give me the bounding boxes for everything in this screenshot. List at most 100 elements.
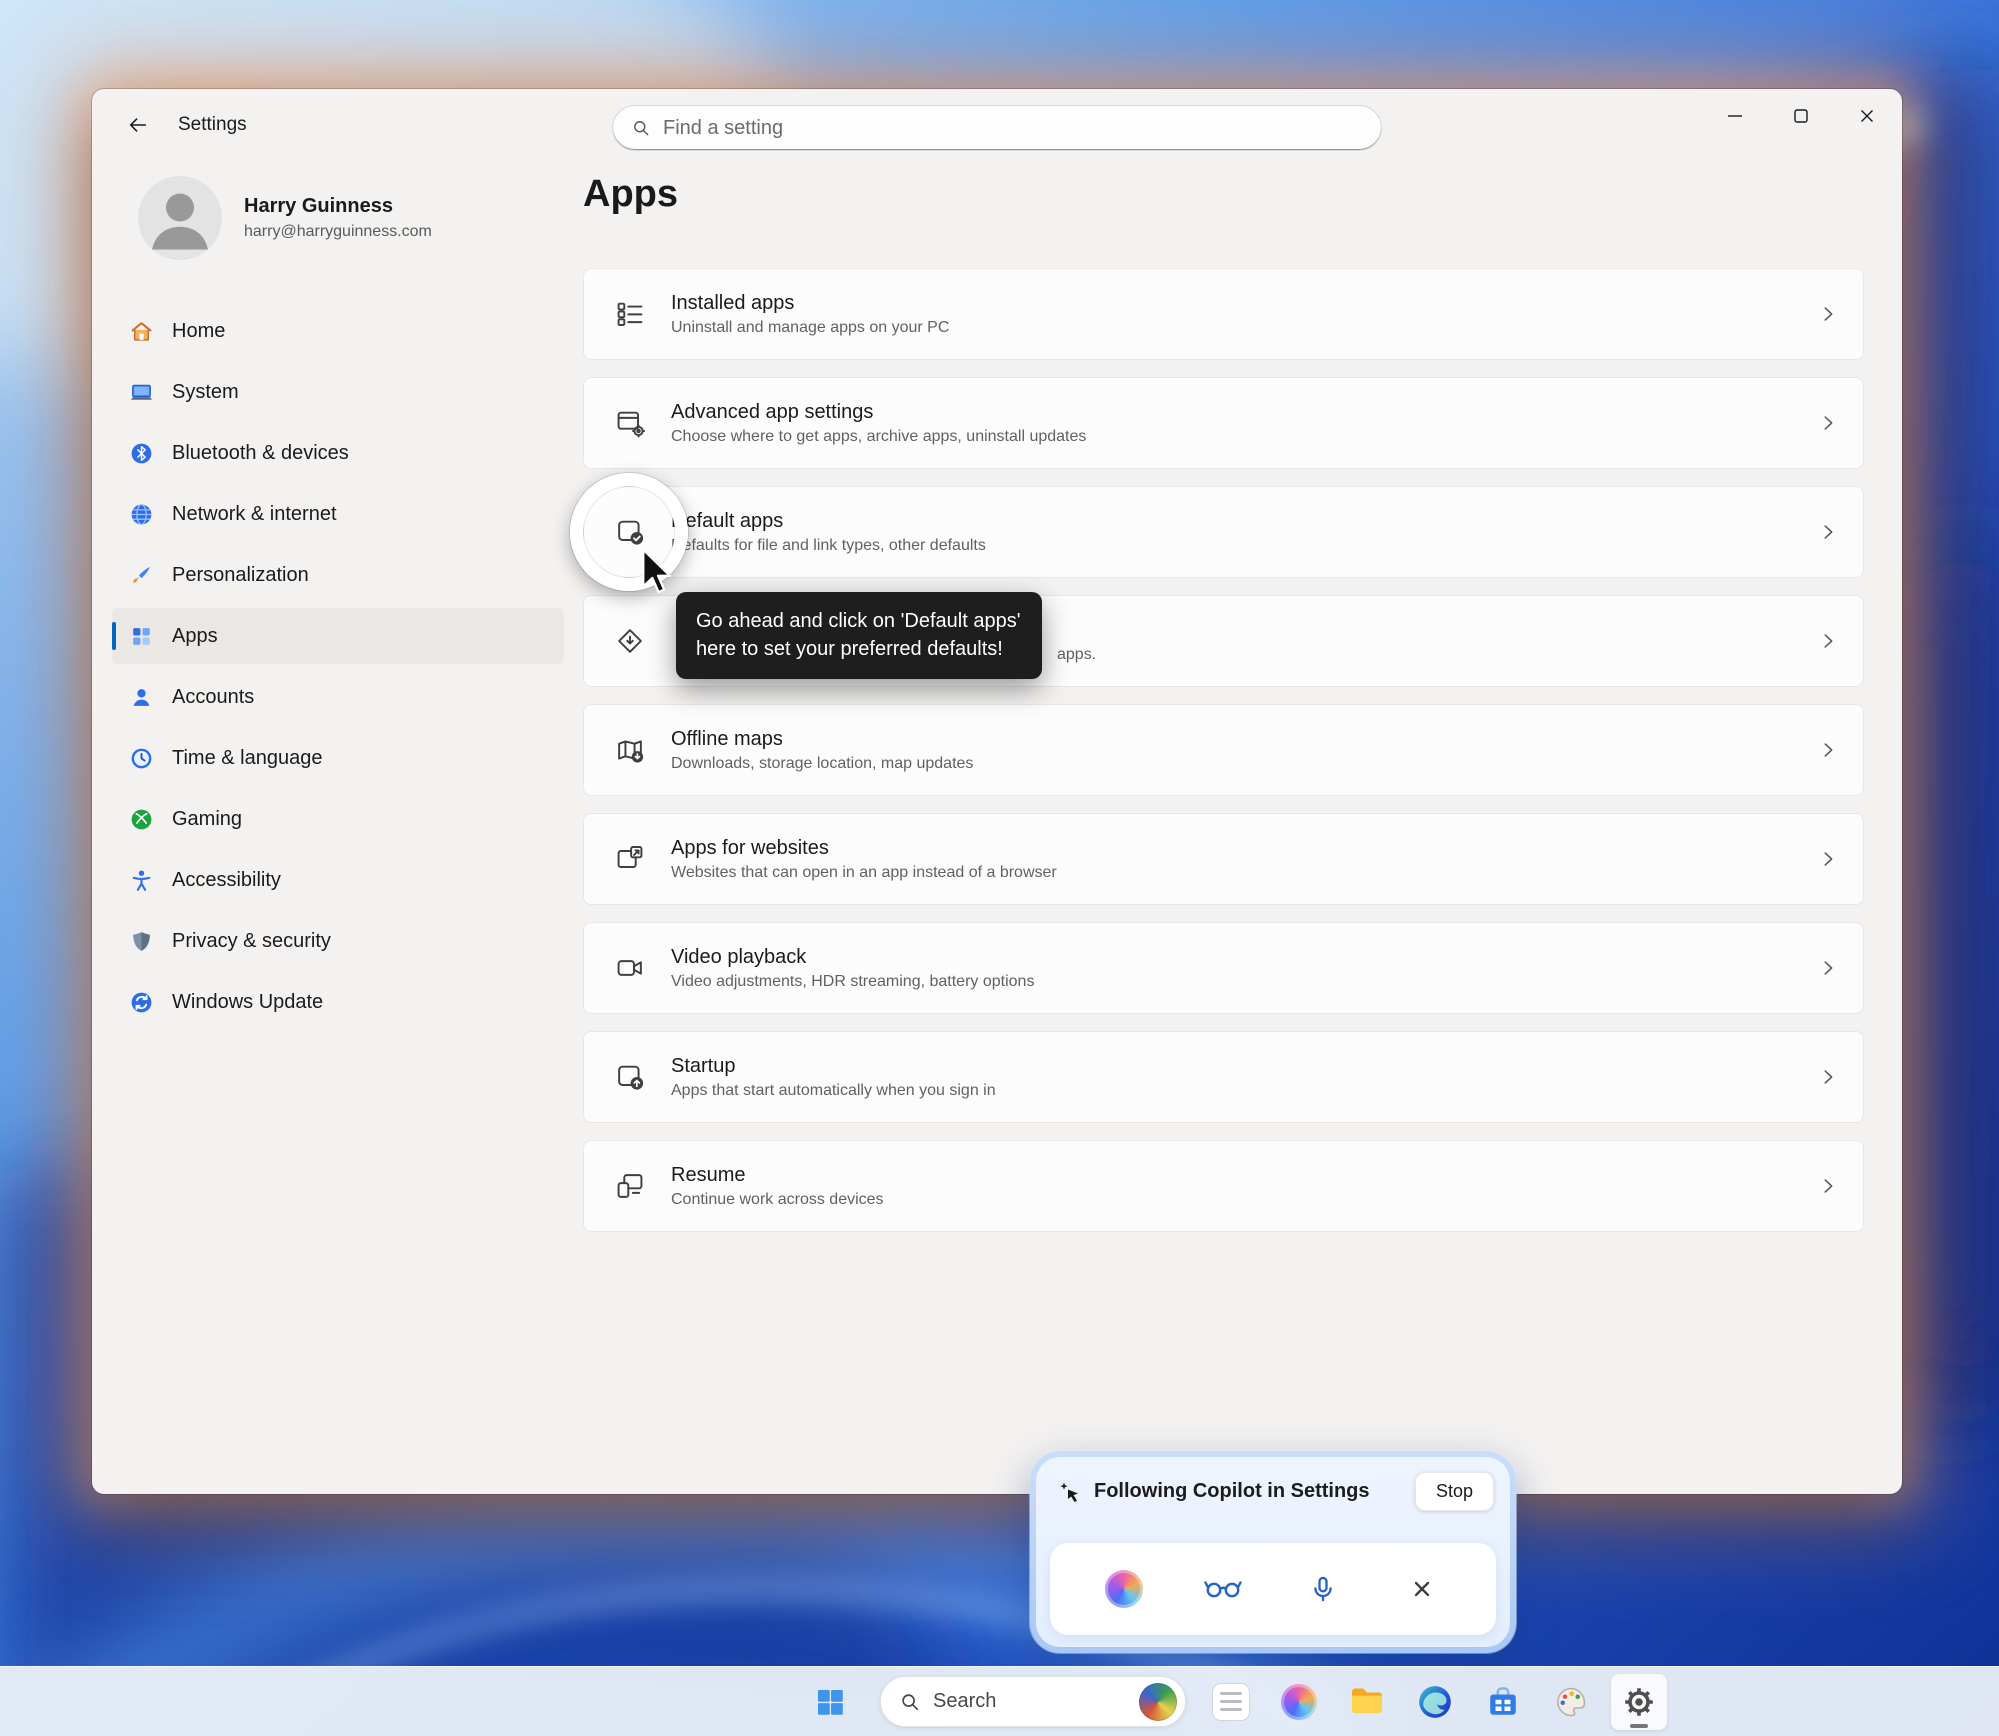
sidebar-item-accounts[interactable]: Accounts <box>112 669 564 725</box>
sidebar-item-bluetooth-devices[interactable]: Bluetooth & devices <box>112 425 564 481</box>
sidebar-item-system[interactable]: System <box>112 364 564 420</box>
sidebar-item-label: Home <box>172 320 225 343</box>
card-default-apps[interactable]: Default appsDefaults for file and link t… <box>583 486 1864 578</box>
copilot-panel-header: Following Copilot in Settings Stop <box>1036 1457 1510 1519</box>
sidebar-item-privacy-security[interactable]: Privacy & security <box>112 913 564 969</box>
page-title: Apps <box>583 173 678 216</box>
copilot-status-label: Following Copilot in Settings <box>1094 1480 1403 1503</box>
chevron-right-icon <box>1817 412 1839 434</box>
close-icon <box>1410 1577 1434 1601</box>
chevron-right-icon <box>1817 739 1839 761</box>
copilot-logo-icon <box>1105 1570 1143 1608</box>
card-description: Downloads, storage location, map updates <box>671 754 973 774</box>
home-icon <box>128 318 154 344</box>
sidebar-item-apps[interactable]: Apps <box>112 608 564 664</box>
sidebar-item-label: Bluetooth & devices <box>172 442 349 465</box>
taskbar-search-label: Search <box>933 1690 1127 1713</box>
accessibility-icon <box>128 867 154 893</box>
caption-buttons <box>1702 89 1900 143</box>
close-button[interactable] <box>1834 89 1900 143</box>
card-resume[interactable]: ResumeContinue work across devices <box>583 1140 1864 1232</box>
card-video-playback[interactable]: Video playbackVideo adjustments, HDR str… <box>583 922 1864 1014</box>
card-advanced-app-settings[interactable]: Advanced app settingsChoose where to get… <box>583 377 1864 469</box>
sidebar-item-label: Gaming <box>172 808 242 831</box>
gaming-icon <box>128 806 154 832</box>
sidebar-item-time-language[interactable]: Time & language <box>112 730 564 786</box>
sidebar-item-label: Time & language <box>172 747 322 770</box>
avatar <box>138 176 222 260</box>
taskbar: Search <box>0 1666 1999 1736</box>
search-input[interactable] <box>663 117 1363 140</box>
card-description: Defaults for file and link types, other … <box>671 536 986 556</box>
sidebar-item-label: Personalization <box>172 564 309 587</box>
card-apps-for-websites[interactable]: Apps for websites Websites that can open … <box>583 813 1864 905</box>
start-button[interactable] <box>806 1674 854 1730</box>
close-session-button[interactable] <box>1396 1563 1448 1615</box>
card-offline-maps[interactable]: Offline maps Downloads, storage location,… <box>583 704 1864 796</box>
copilot-toolbar <box>1050 1543 1496 1635</box>
minimize-button[interactable] <box>1702 89 1768 143</box>
sidebar-item-label: Accessibility <box>172 869 281 892</box>
vision-glasses-icon <box>1203 1577 1243 1601</box>
card-title: Offline maps <box>671 727 973 751</box>
sidebar-item-label: Privacy & security <box>172 930 331 953</box>
card-installed-apps[interactable]: Installed appsUninstall and manage apps … <box>583 268 1864 360</box>
sidebar-item-home[interactable]: Home <box>112 303 564 359</box>
settings-gear-icon <box>1621 1684 1657 1720</box>
installed-apps-icon <box>606 298 654 330</box>
taskbar-app-icon-1[interactable] <box>1203 1674 1259 1730</box>
taskbar-store-button[interactable] <box>1475 1674 1531 1730</box>
sidebar-item-personalization[interactable]: Personalization <box>112 547 564 603</box>
store-icon <box>1485 1684 1521 1720</box>
vision-glasses-button[interactable] <box>1197 1563 1249 1615</box>
sidebar-item-gaming[interactable]: Gaming <box>112 791 564 847</box>
selection-indicator <box>112 622 116 650</box>
taskbar-search[interactable]: Search <box>880 1676 1186 1727</box>
settings-search-box <box>612 105 1382 151</box>
card-title: Startup <box>671 1054 996 1078</box>
sidebar-item-label: Apps <box>172 625 218 648</box>
microphone-icon <box>1309 1575 1337 1603</box>
microphone-button[interactable] <box>1297 1563 1349 1615</box>
chevron-right-icon <box>1817 630 1839 652</box>
card-title: Video playback <box>671 945 1034 969</box>
profile-name: Harry Guinness <box>244 195 432 218</box>
windows-start-icon <box>814 1686 846 1718</box>
taskbar-paint-button[interactable] <box>1543 1674 1599 1730</box>
offline-maps-icon <box>606 734 654 766</box>
system-icon <box>128 379 154 405</box>
sidebar-item-network-internet[interactable]: Network & internet <box>112 486 564 542</box>
back-arrow-icon <box>127 114 149 136</box>
taskbar-copilot-button[interactable] <box>1271 1674 1327 1730</box>
sidebar-item-label: Windows Update <box>172 991 323 1014</box>
stop-button[interactable]: Stop <box>1415 1472 1494 1511</box>
taskbar-settings-button[interactable] <box>1611 1674 1667 1730</box>
maximize-button[interactable] <box>1768 89 1834 143</box>
card-title: Apps for websites <box>671 836 1057 860</box>
card-description: Websites that can open in an app instead… <box>671 863 1057 883</box>
taskbar-file-explorer-button[interactable] <box>1339 1674 1395 1730</box>
sidebar-item-accessibility[interactable]: Accessibility <box>112 852 564 908</box>
copilot-panel-inner: Following Copilot in Settings Stop <box>1036 1457 1510 1647</box>
search-highlight-image <box>1139 1683 1177 1721</box>
card-description: Uninstall and manage apps on your PC <box>671 318 949 338</box>
sidebar-item-label: Network & internet <box>172 503 337 526</box>
copilot-logo-button[interactable] <box>1098 1563 1150 1615</box>
minimize-icon <box>1723 104 1747 128</box>
default-apps-icon <box>606 516 654 548</box>
taskbar-edge-button[interactable] <box>1407 1674 1463 1730</box>
coach-tooltip: Go ahead and click on 'Default apps' her… <box>676 592 1042 679</box>
card-startup[interactable]: Startup Apps that start automatically whe… <box>583 1031 1864 1123</box>
desktop: Settings Ha <box>0 0 1999 1736</box>
sparkle-cursor-icon <box>1058 1480 1082 1504</box>
card-description: Apps that start automatically when you s… <box>671 1081 996 1101</box>
document-app-icon <box>1212 1683 1250 1721</box>
personalization-icon <box>128 562 154 588</box>
back-button[interactable] <box>116 103 160 147</box>
video-playback-icon <box>606 952 654 984</box>
user-profile[interactable]: Harry Guinness harry@harryguinness.com <box>138 176 432 260</box>
close-icon <box>1855 104 1879 128</box>
startup-icon <box>606 1061 654 1093</box>
taskbar-items: Search <box>806 1667 1673 1736</box>
sidebar-item-windows-update[interactable]: Windows Update <box>112 974 564 1030</box>
